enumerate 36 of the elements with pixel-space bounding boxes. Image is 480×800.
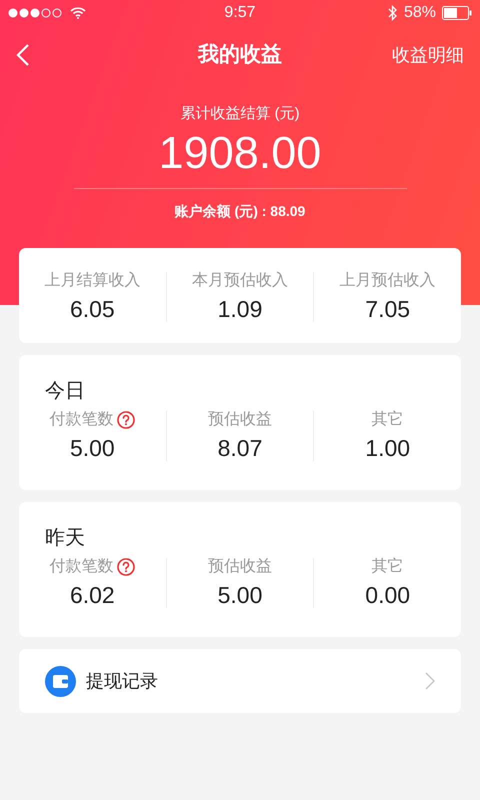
chevron-right-icon <box>425 672 435 690</box>
stat-value: 6.05 <box>70 295 115 324</box>
clock-time: 9:57 <box>224 3 256 23</box>
withdrawal-record-row[interactable]: 提现记录 <box>19 649 461 713</box>
stat-label: 付款笔数 <box>49 557 114 577</box>
total-amount: 1908.00 <box>158 126 322 180</box>
stat-label: 预估收益 <box>208 410 272 430</box>
stat-label: 其它 <box>372 556 404 577</box>
stat-value: 7.05 <box>365 295 410 324</box>
stat-label: 上月结算收入 <box>44 270 140 291</box>
stat-label: 本月预估收入 <box>192 270 288 291</box>
battery-icon <box>442 6 472 20</box>
stat-value: 0.00 <box>365 581 410 610</box>
stat-label: 付款笔数 <box>49 410 114 430</box>
page-title: 我的收益 <box>198 42 282 68</box>
stat-value: 8.07 <box>218 434 262 463</box>
back-icon[interactable] <box>16 43 30 67</box>
stat-value: 1.09 <box>218 295 262 324</box>
balance-text: 账户余额 (元) : 88.09 <box>174 202 306 221</box>
section-title: 今日 <box>44 379 86 404</box>
stat-label: 上月预估收入 <box>340 270 436 291</box>
help-icon[interactable] <box>117 558 136 576</box>
stat-label: 预估收益 <box>208 557 272 577</box>
stat-value: 5.00 <box>70 434 115 463</box>
section-title: 昨天 <box>44 526 86 551</box>
signal-icon <box>8 8 64 18</box>
stat-value: 5.00 <box>218 581 262 610</box>
stat-label: 其它 <box>372 410 404 430</box>
wifi-icon <box>70 7 86 19</box>
bluetooth-icon <box>388 5 398 21</box>
help-icon[interactable] <box>117 411 136 429</box>
stat-value: 6.02 <box>70 581 115 610</box>
wallet-icon <box>45 666 76 696</box>
stat-value: 1.00 <box>365 434 410 463</box>
total-label: 累计收益结算 (元) <box>180 104 300 124</box>
battery-percent: 58% <box>404 3 436 23</box>
